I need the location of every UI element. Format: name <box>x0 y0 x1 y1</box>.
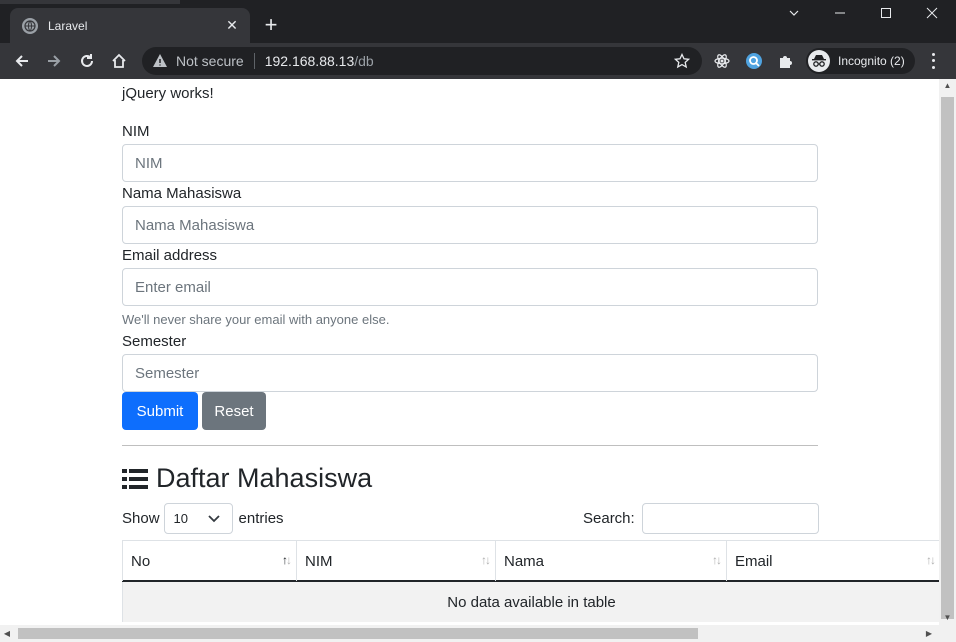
page-viewport: jQuery works! NIM Nama Mahasiswa Email a… <box>0 79 956 642</box>
forward-button[interactable] <box>42 49 66 73</box>
scroll-right-arrow[interactable]: ▶ <box>922 625 936 642</box>
home-icon <box>112 53 126 68</box>
search-label: Search: <box>583 510 635 527</box>
semester-input[interactable] <box>122 354 818 392</box>
column-header-no[interactable]: No ↑↓ <box>122 541 296 581</box>
section-heading: Daftar Mahasiswa <box>122 463 372 494</box>
globe-icon <box>22 17 38 34</box>
more-menu-icon[interactable] <box>926 51 940 71</box>
maximize-icon[interactable] <box>876 6 896 22</box>
sort-icon: ↑↓ <box>282 553 292 567</box>
nim-label: NIM <box>122 123 150 140</box>
column-header-nama[interactable]: Nama ↑↓ <box>495 541 726 581</box>
extensions-button[interactable] <box>774 49 798 73</box>
title-bar-strip <box>0 0 180 4</box>
sort-icon: ↑↓ <box>481 553 491 567</box>
search-input[interactable] <box>641 503 819 534</box>
minimize-icon[interactable] <box>830 6 850 22</box>
reload-icon <box>81 54 93 67</box>
reset-button[interactable]: Reset <box>202 392 266 430</box>
nama-input[interactable] <box>122 206 818 244</box>
email-label: Email address <box>122 247 218 264</box>
email-help-text: We'll never share your email with anyone… <box>122 312 390 327</box>
new-tab-button[interactable]: + <box>260 14 282 36</box>
column-header-label: NIM <box>305 552 333 570</box>
nim-input[interactable] <box>122 144 818 182</box>
warning-icon <box>153 54 167 67</box>
column-header-label: No <box>131 552 151 570</box>
horizontal-scroll-thumb[interactable] <box>18 628 698 639</box>
browser-toolbar: Not secure 192.168.88.13/db Incognito (2… <box>0 43 956 79</box>
home-button[interactable] <box>107 49 131 73</box>
column-header-label: Email <box>735 552 773 570</box>
section-title: Daftar Mahasiswa <box>156 463 373 493</box>
security-label: Not secure <box>176 53 244 69</box>
search-extension-icon <box>746 53 762 69</box>
search-extension[interactable] <box>742 49 766 73</box>
react-icon <box>714 54 730 68</box>
bookmark-star-icon[interactable] <box>674 53 690 69</box>
table-search: Search: <box>583 503 819 534</box>
browser-tab[interactable]: Laravel ✕ <box>10 8 250 43</box>
column-header-email[interactable]: Email ↑↓ <box>726 541 940 581</box>
close-window-icon[interactable] <box>922 6 942 22</box>
horizontal-scrollbar[interactable]: ◀ ▶ <box>0 625 956 642</box>
url-path: /db <box>354 53 374 69</box>
tab-title: Laravel <box>48 18 88 33</box>
incognito-icon <box>808 50 830 72</box>
arrow-right-icon <box>48 55 61 67</box>
address-bar[interactable]: Not secure 192.168.88.13/db <box>142 47 702 75</box>
sort-icon: ↑↓ <box>712 553 722 567</box>
close-tab-icon[interactable]: ✕ <box>224 17 240 34</box>
incognito-label: Incognito (2) <box>838 54 905 68</box>
email-input[interactable] <box>122 268 818 306</box>
nama-label: Nama Mahasiswa <box>122 185 242 202</box>
title-bar: Laravel ✕ + <box>0 0 956 43</box>
address-separator <box>253 53 255 69</box>
url-host: 192.168.88.13 <box>264 53 355 69</box>
table-header: No ↑↓ NIM ↑↓ Nama ↑↓ Email ↑↓ <box>122 540 940 582</box>
puzzle-icon <box>780 56 792 68</box>
scroll-up-arrow[interactable]: ▲ <box>939 79 956 93</box>
divider <box>122 445 818 446</box>
entries-length-control: Show 10 entries <box>122 503 284 534</box>
list-icon <box>122 468 148 489</box>
incognito-badge[interactable]: Incognito (2) <box>806 48 915 74</box>
scroll-left-arrow[interactable]: ◀ <box>0 625 14 642</box>
vertical-scroll-thumb[interactable] <box>941 97 954 619</box>
show-label: Show <box>122 510 160 527</box>
table-empty-row: No data available in table <box>122 582 940 622</box>
entries-label: entries <box>238 510 284 527</box>
entries-select[interactable]: 10 <box>163 503 233 534</box>
chevron-down-icon[interactable] <box>784 6 804 22</box>
vertical-scrollbar[interactable]: ▲ ▼ <box>939 79 956 625</box>
entries-value: 10 <box>173 511 188 526</box>
react-devtools-extension[interactable] <box>710 49 734 73</box>
chevron-down-icon <box>207 514 220 522</box>
submit-button[interactable]: Submit <box>122 392 198 430</box>
scroll-down-arrow[interactable]: ▼ <box>939 611 956 625</box>
column-header-label: Nama <box>504 552 545 570</box>
back-button[interactable] <box>10 49 34 73</box>
semester-label: Semester <box>122 333 187 350</box>
jquery-status-text: jQuery works! <box>122 85 214 102</box>
reload-button[interactable] <box>75 49 99 73</box>
sort-icon: ↑↓ <box>926 553 936 567</box>
column-header-nim[interactable]: NIM ↑↓ <box>296 541 495 581</box>
empty-message: No data available in table <box>447 593 616 611</box>
arrow-left-icon <box>15 55 28 67</box>
